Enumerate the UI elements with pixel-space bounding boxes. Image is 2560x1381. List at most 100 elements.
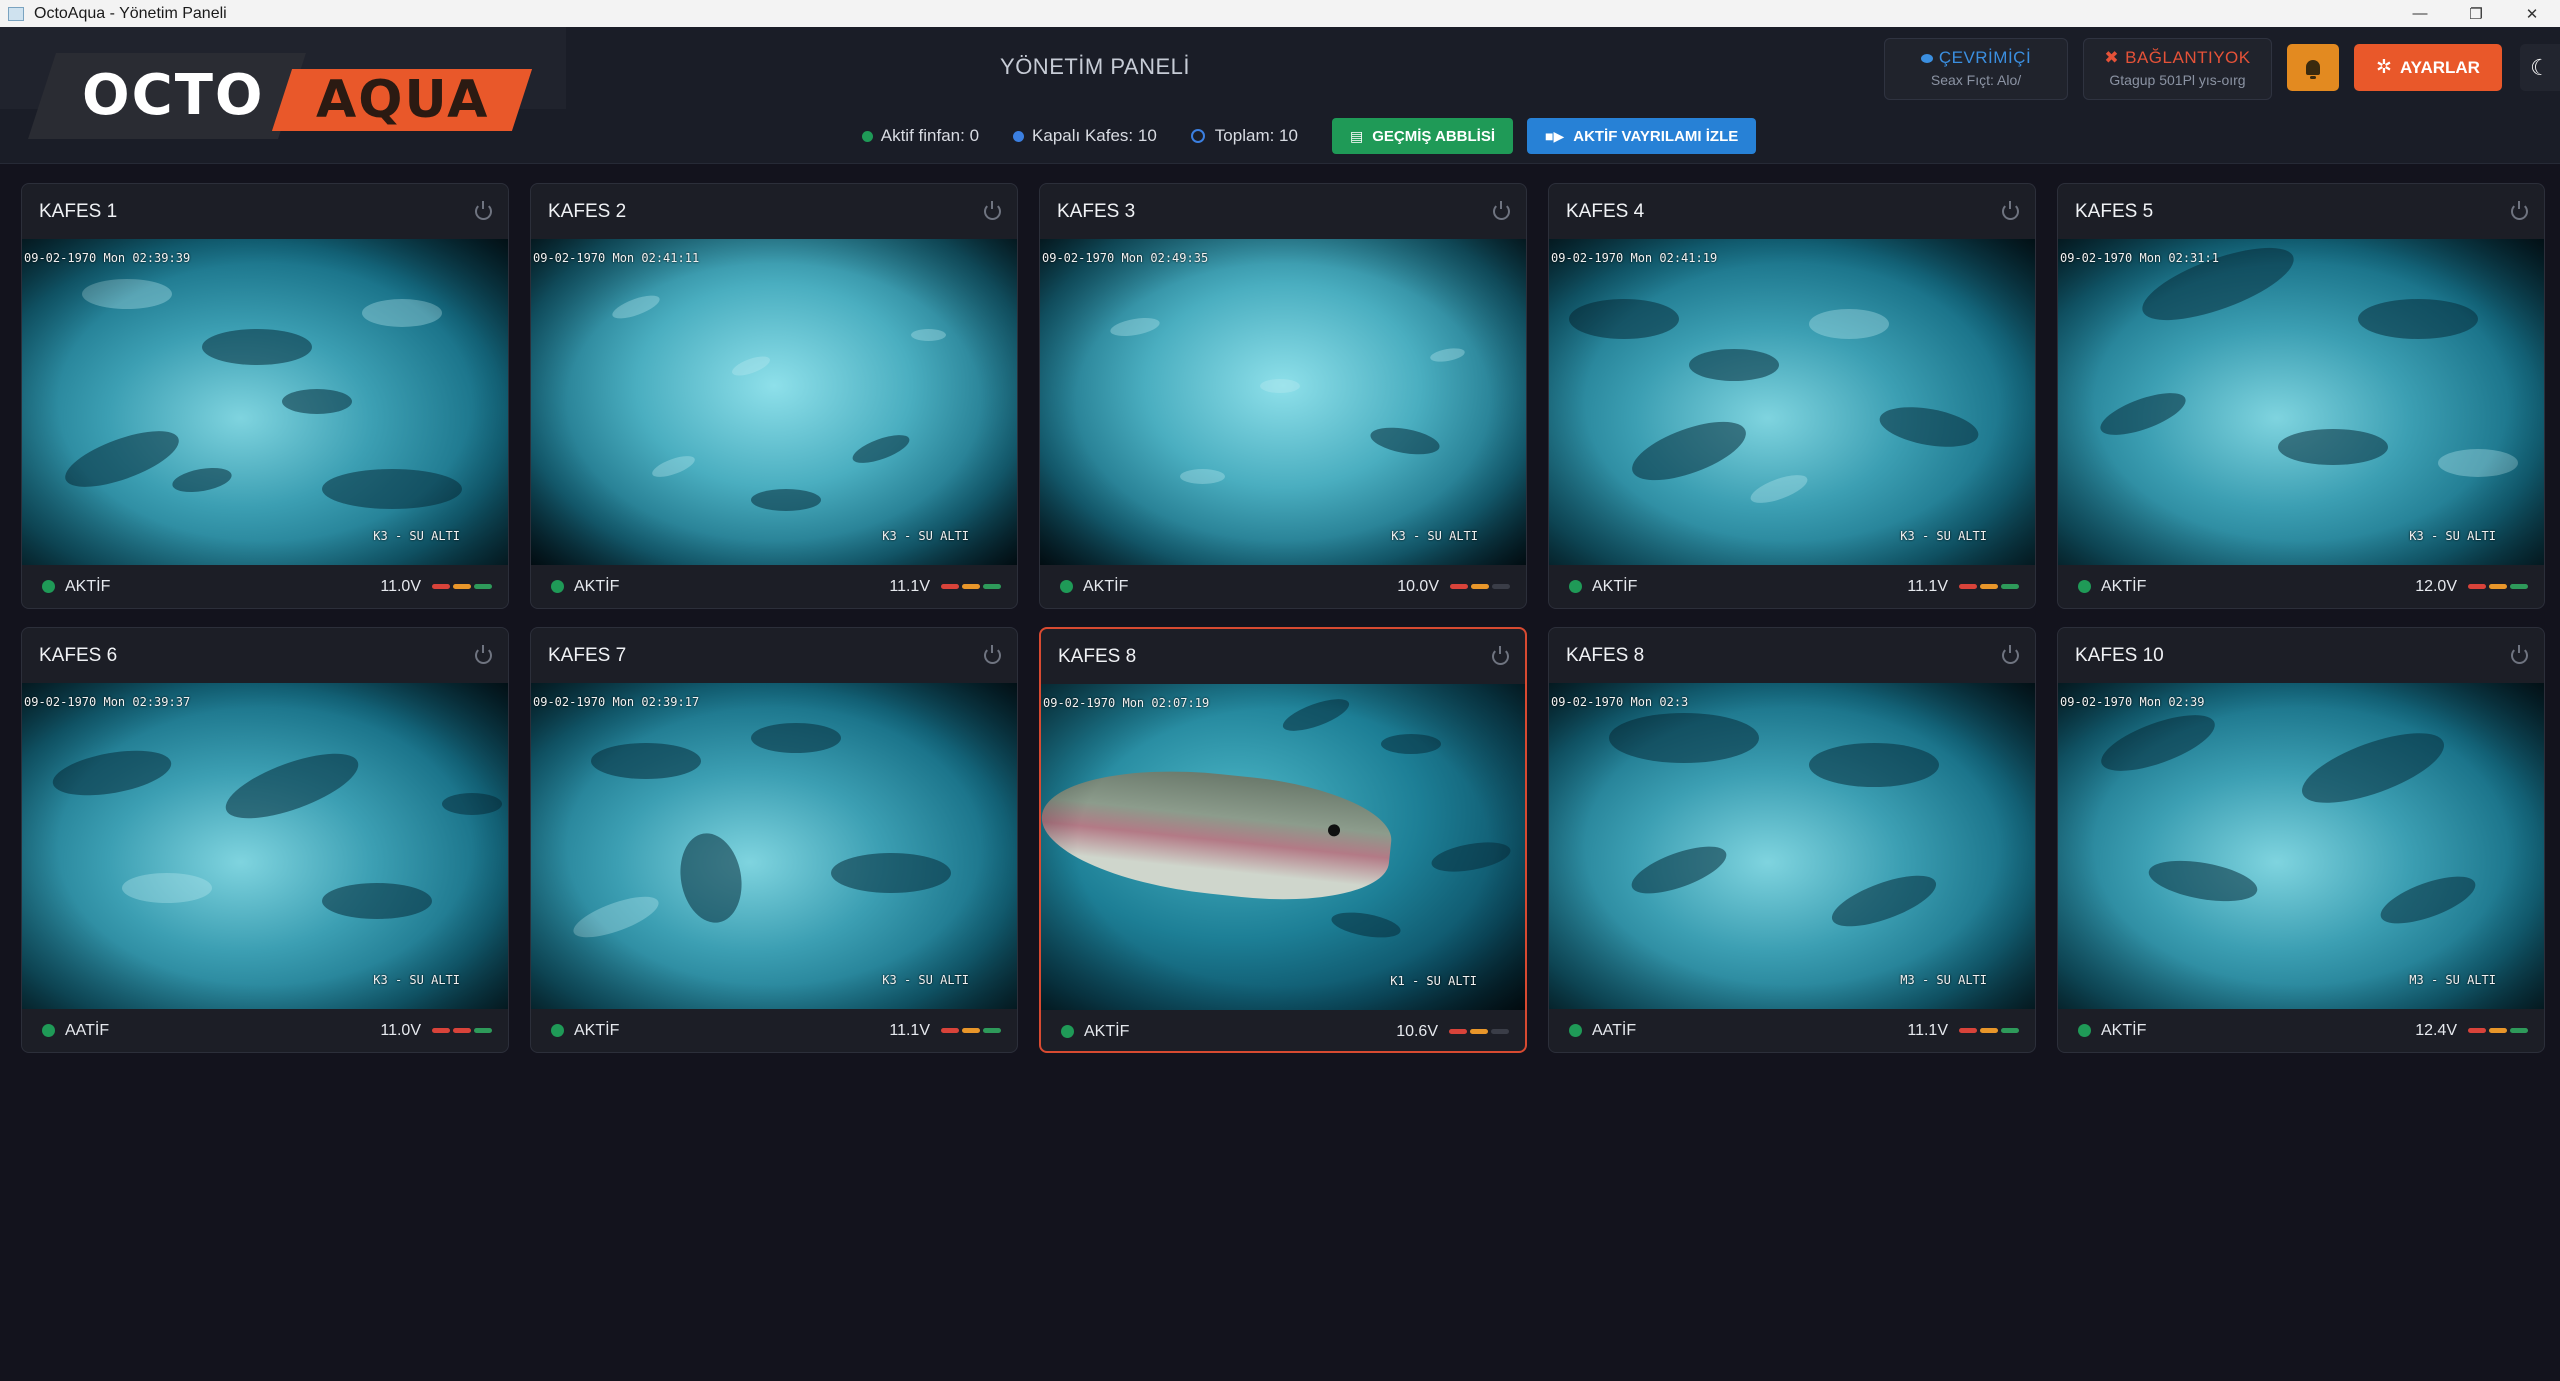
fish-shape (1747, 469, 1811, 509)
fish-shape (1381, 734, 1441, 754)
feed-camera-label: K3 - SU ALTI (1391, 529, 1478, 543)
connection-status[interactable]: ✖ BAĞLANTIYOK Gtagup 501Pl yıs-oırg (2083, 38, 2272, 100)
fish-shape (1689, 349, 1779, 381)
camera-card[interactable]: KAFES 7 09-02-1970 Mon 02:39:17 K3 - SU … (530, 627, 1018, 1053)
card-header: KAFES 1 (22, 184, 508, 239)
camera-feed[interactable]: 09-02-1970 Mon 02:39 M3 - SU ALTI (2058, 683, 2544, 1009)
card-title: KAFES 2 (548, 200, 627, 222)
power-icon[interactable] (2511, 201, 2528, 220)
camera-card[interactable]: KAFES 6 09-02-1970 Mon 02:39:37 K3 - SU … (21, 627, 509, 1053)
battery-bar (432, 584, 450, 589)
status-dot-icon (551, 1024, 564, 1037)
camera-feed[interactable]: 09-02-1970 Mon 02:3 M3 - SU ALTI (1549, 683, 2035, 1009)
online-status[interactable]: ÇEVRİMİÇİ Seax Fıçt: Alo/ (1884, 38, 2068, 100)
fish-shape (1108, 314, 1162, 340)
voltage-value: 11.1V (1907, 577, 1948, 595)
card-header: KAFES 5 (2058, 184, 2544, 239)
camera-feed[interactable]: 09-02-1970 Mon 02:41:19 K3 - SU ALTI (1549, 239, 2035, 565)
settings-button[interactable]: ✲ AYARLAR (2354, 44, 2502, 91)
power-icon[interactable] (475, 645, 492, 664)
voltage-value: 11.0V (380, 1021, 421, 1039)
card-title: KAFES 5 (2075, 200, 2154, 222)
status-label: AKTİF (2101, 1021, 2147, 1039)
power-icon[interactable] (2002, 645, 2019, 664)
minimize-button[interactable]: — (2392, 5, 2448, 22)
live-watch-button[interactable]: ■▶ AKTİF VAYRILAMI İZLE (1527, 118, 1757, 154)
camera-feed[interactable]: 09-02-1970 Mon 02:07:19 K1 - SU ALTI (1041, 684, 1525, 1010)
fish-shape (1625, 409, 1753, 493)
power-icon[interactable] (984, 201, 1001, 220)
fish-shape (442, 793, 502, 815)
camera-card[interactable]: KAFES 2 09-02-1970 Mon 02:41:11 K3 - SU … (530, 183, 1018, 609)
status-dot-icon (42, 580, 55, 593)
battery-bar (432, 1028, 450, 1033)
restore-button[interactable]: ❐ (2448, 5, 2504, 23)
camera-feed[interactable]: 09-02-1970 Mon 02:39:39 K3 - SU ALTI (22, 239, 508, 565)
battery-bar (2489, 584, 2507, 589)
fish-shape (1429, 837, 1513, 877)
theme-toggle-button[interactable]: ☾ (2520, 44, 2560, 91)
camera-card[interactable]: KAFES 4 09-02-1970 Mon 02:41:19 K3 - SU … (1548, 183, 2036, 609)
voltage-value: 10.6V (1396, 1022, 1438, 1040)
card-footer: AATİF 11.0V (22, 1009, 508, 1052)
camera-feed[interactable]: 09-02-1970 Mon 02:49:35 K3 - SU ALTI (1040, 239, 1526, 565)
battery-indicator (1447, 584, 1510, 589)
battery-indicator (1956, 584, 2019, 589)
battery-bar (1471, 584, 1489, 589)
status-label: AKTİF (65, 577, 111, 595)
battery-bar (2510, 584, 2528, 589)
card-header: KAFES 3 (1040, 184, 1526, 239)
feed-timestamp: 09-02-1970 Mon 02:49:35 (1042, 251, 1209, 265)
power-icon[interactable] (1492, 646, 1509, 665)
camera-feed[interactable]: 09-02-1970 Mon 02:39:17 K3 - SU ALTI (531, 683, 1017, 1009)
fish-shape (218, 740, 366, 832)
status-dot-icon (1569, 1024, 1582, 1037)
feed-timestamp: 09-02-1970 Mon 02:07:19 (1043, 696, 1210, 710)
status-dot-icon (2078, 580, 2091, 593)
fish-shape (609, 290, 663, 324)
card-footer: AKTİF 11.0V (22, 565, 508, 608)
battery-bar (1980, 584, 1998, 589)
camera-card[interactable]: KAFES 10 09-02-1970 Mon 02:39 M3 - SU AL… (2057, 627, 2545, 1053)
fish-shape (1429, 346, 1466, 364)
stat-active: Aktif finfan: 0 (861, 126, 979, 146)
fish-shape (322, 469, 462, 509)
camera-card[interactable]: KAFES 8 09-02-1970 Mon 02:07:19 K1 - SU … (1039, 627, 1527, 1053)
feed-camera-label: K3 - SU ALTI (882, 529, 969, 543)
camera-card[interactable]: KAFES 3 09-02-1970 Mon 02:49:35 K3 - SU … (1039, 183, 1527, 609)
gear-icon: ✲ (2376, 57, 2392, 78)
stat-closed-text: Kapalı Kafes: 10 (1032, 126, 1157, 145)
fish-shape (362, 299, 442, 327)
battery-bar (1492, 584, 1510, 589)
power-icon[interactable] (2511, 645, 2528, 664)
voltage-value: 11.1V (1907, 1021, 1948, 1039)
power-icon[interactable] (475, 201, 492, 220)
battery-bar (1450, 584, 1468, 589)
camera-card[interactable]: KAFES 8 09-02-1970 Mon 02:3 M3 - SU ALTI… (1548, 627, 2036, 1053)
disconnect-icon: ✖ (2104, 48, 2120, 67)
card-title: KAFES 1 (39, 200, 118, 222)
feed-timestamp: 09-02-1970 Mon 02:3 (1551, 695, 1689, 709)
status-dot-icon (1569, 580, 1582, 593)
camera-feed[interactable]: 09-02-1970 Mon 02:41:11 K3 - SU ALTI (531, 239, 1017, 565)
battery-bar (941, 584, 959, 589)
logo-panel: OCTO AQUA (0, 27, 566, 139)
voltage-value: 11.1V (889, 1021, 930, 1039)
card-footer: AKTİF 12.0V (2058, 565, 2544, 608)
status-dot-icon (551, 580, 564, 593)
battery-bar (962, 1028, 980, 1033)
camera-card[interactable]: KAFES 1 09-02-1970 Mon 02:39:39 K3 - SU … (21, 183, 509, 609)
card-title: KAFES 7 (548, 644, 627, 666)
camera-card[interactable]: KAFES 5 09-02-1970 Mon 02:31:1 K3 - SU A… (2057, 183, 2545, 609)
connection-label: BAĞLANTIYOK (2125, 48, 2251, 67)
camera-feed[interactable]: 09-02-1970 Mon 02:39:37 K3 - SU ALTI (22, 683, 508, 1009)
power-icon[interactable] (984, 645, 1001, 664)
stat-total-text: Toplam: 10 (1214, 126, 1298, 145)
feed-camera-label: K3 - SU ALTI (1900, 529, 1987, 543)
camera-feed[interactable]: 09-02-1970 Mon 02:31:1 K3 - SU ALTI (2058, 239, 2544, 565)
close-button[interactable]: ✕ (2504, 5, 2560, 23)
notifications-button[interactable] (2287, 44, 2339, 91)
power-icon[interactable] (2002, 201, 2019, 220)
power-icon[interactable] (1493, 201, 1510, 220)
history-button[interactable]: ▤ GEÇMİŞ ABBLİSİ (1331, 118, 1513, 154)
